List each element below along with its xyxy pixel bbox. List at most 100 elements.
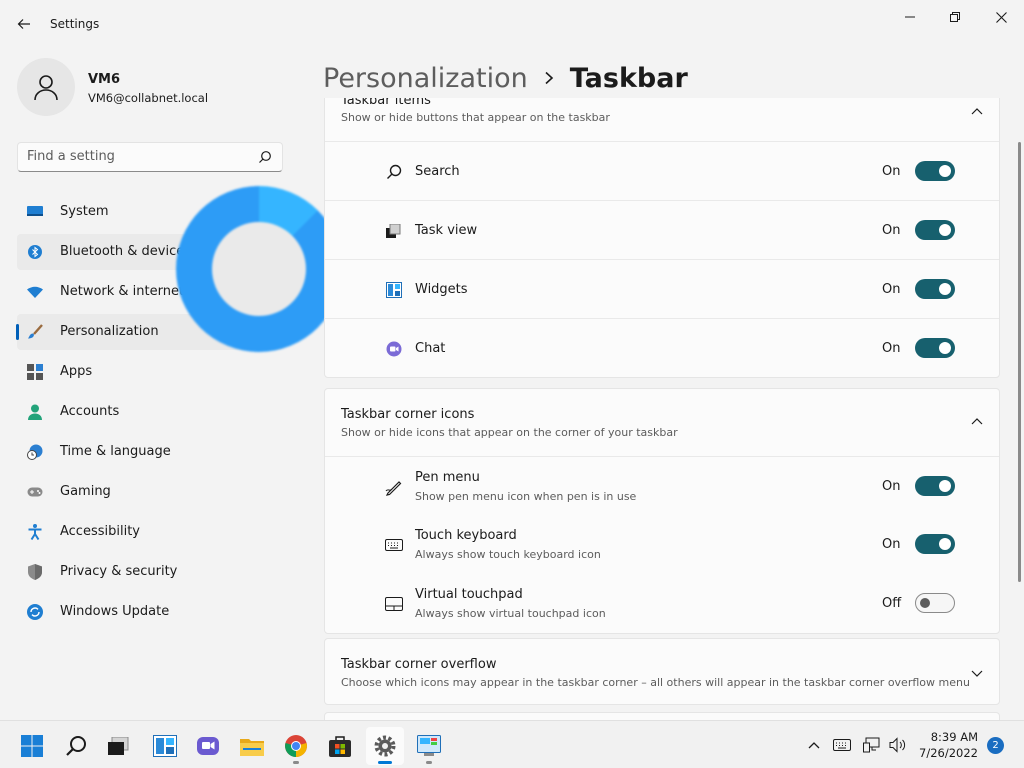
- task-view-button[interactable]: [100, 727, 138, 765]
- chevron-up-icon: [971, 418, 983, 425]
- selection-indicator: [16, 324, 19, 340]
- search-row: Search On: [325, 141, 999, 200]
- chat-toggle[interactable]: [915, 338, 955, 358]
- brush-icon: [27, 324, 43, 340]
- section-title: Taskbar corner overflow: [341, 657, 497, 672]
- control-panel-button[interactable]: [410, 727, 448, 765]
- profile-name: VM6: [88, 72, 121, 87]
- close-button[interactable]: [978, 2, 1024, 32]
- folder-icon: [240, 739, 264, 756]
- clock-date: 7/26/2022: [919, 746, 978, 760]
- search-box[interactable]: [17, 142, 283, 172]
- search-icon: [66, 736, 86, 756]
- settings-content: Taskbar items Show or hide buttons that …: [324, 98, 1000, 720]
- pen-menu-toggle[interactable]: [915, 476, 955, 496]
- search-icon: [259, 151, 271, 163]
- chevron-down-icon: [971, 670, 983, 677]
- sidebar-item-accounts[interactable]: Accounts: [17, 394, 283, 430]
- restore-button[interactable]: [932, 2, 978, 32]
- person-icon: [34, 75, 58, 101]
- section-title: Taskbar corner icons: [341, 407, 475, 422]
- back-button[interactable]: [10, 10, 38, 38]
- touch-keyboard-toggle[interactable]: [915, 534, 955, 554]
- wifi-icon: [27, 284, 43, 300]
- pen-menu-row: Pen menu Show pen menu icon when pen is …: [325, 456, 999, 515]
- chat-icon: [197, 737, 219, 755]
- loading-spinner: [176, 186, 342, 352]
- person-icon: [27, 404, 43, 420]
- widgets-button[interactable]: [146, 727, 184, 765]
- bluetooth-icon: [27, 244, 43, 260]
- virtual-touchpad-toggle[interactable]: [915, 593, 955, 613]
- clock-time: 8:39 AM: [930, 730, 978, 744]
- corner-overflow-section[interactable]: Taskbar corner overflow Choose which ico…: [324, 638, 1000, 705]
- chrome-icon: [285, 735, 307, 757]
- task-view-row: Task view On: [325, 200, 999, 259]
- notification-badge[interactable]: 2: [987, 737, 1004, 754]
- touch-keyboard-tray-button[interactable]: [832, 736, 852, 754]
- chevron-right-icon: [544, 71, 554, 85]
- section-subtitle: Show or hide buttons that appear on the …: [341, 111, 610, 124]
- widgets-toggle[interactable]: [915, 279, 955, 299]
- scrollbar[interactable]: [1018, 142, 1021, 582]
- file-explorer-button[interactable]: [233, 727, 271, 765]
- store-button[interactable]: [321, 727, 359, 765]
- taskbar: 8:39 AM 7/26/2022 2: [0, 720, 1024, 768]
- widgets-row: Widgets On: [325, 259, 999, 318]
- section-subtitle: Show or hide icons that appear on the co…: [341, 426, 678, 439]
- sidebar-item-windows-update[interactable]: Windows Update: [17, 594, 283, 630]
- monitor-icon: [27, 204, 43, 220]
- sidebar-item-accessibility[interactable]: Accessibility: [17, 514, 283, 550]
- settings-app-button[interactable]: [366, 727, 404, 765]
- network-icon: [863, 737, 880, 753]
- clock-globe-icon: [27, 444, 43, 460]
- user-profile[interactable]: VM6 VM6@collabnet.local: [17, 58, 297, 118]
- show-hidden-icons-button[interactable]: [804, 736, 824, 754]
- search-input[interactable]: [27, 149, 247, 164]
- update-icon: [27, 604, 43, 620]
- sidebar-item-time-language[interactable]: Time & language: [17, 434, 283, 470]
- chat-button[interactable]: [189, 727, 227, 765]
- close-icon: [995, 11, 1007, 23]
- gear-icon: [374, 735, 396, 757]
- volume-tray-button[interactable]: [888, 736, 908, 754]
- restore-icon: [950, 12, 960, 22]
- sidebar-item-gaming[interactable]: Gaming: [17, 474, 283, 510]
- windows-logo-icon: [21, 735, 43, 757]
- taskbar-items-header[interactable]: Taskbar items Show or hide buttons that …: [325, 98, 999, 141]
- corner-icons-header[interactable]: Taskbar corner icons Show or hide icons …: [325, 389, 999, 456]
- network-tray-button[interactable]: [862, 736, 882, 754]
- task-view-icon: [108, 737, 129, 755]
- chevron-up-icon: [971, 108, 983, 115]
- search-toggle[interactable]: [915, 161, 955, 181]
- minimize-icon: [905, 16, 915, 18]
- taskbar-search-button[interactable]: [57, 727, 95, 765]
- start-button[interactable]: [13, 727, 51, 765]
- section-title: Taskbar items: [341, 98, 431, 108]
- breadcrumb: Personalization Taskbar: [323, 58, 688, 98]
- search-icon: [385, 163, 403, 181]
- taskbar-items-section: Taskbar items Show or hide buttons that …: [324, 98, 1000, 378]
- toggle-state-label: On: [882, 479, 901, 494]
- sidebar-item-privacy[interactable]: Privacy & security: [17, 554, 283, 590]
- widgets-icon: [153, 735, 177, 757]
- virtual-touchpad-row: Virtual touchpad Always show virtual tou…: [325, 574, 999, 633]
- apps-icon: [27, 364, 43, 380]
- touchpad-icon: [385, 595, 403, 613]
- profile-email: VM6@collabnet.local: [88, 91, 209, 105]
- minimize-button[interactable]: [887, 2, 933, 32]
- task-view-toggle[interactable]: [915, 220, 955, 240]
- toggle-state-label: On: [882, 537, 901, 552]
- chrome-button[interactable]: [277, 727, 315, 765]
- breadcrumb-parent[interactable]: Personalization: [323, 63, 528, 94]
- corner-icons-section: Taskbar corner icons Show or hide icons …: [324, 388, 1000, 634]
- chevron-up-icon: [808, 742, 820, 749]
- sidebar-item-apps[interactable]: Apps: [17, 354, 283, 390]
- running-indicator: [293, 761, 299, 764]
- app-title: Settings: [50, 17, 100, 31]
- task-view-icon: [385, 222, 403, 240]
- back-arrow-icon: [17, 19, 30, 29]
- clock[interactable]: 8:39 AM 7/26/2022: [906, 729, 978, 761]
- touch-keyboard-row: Touch keyboard Always show touch keyboar…: [325, 515, 999, 574]
- accessibility-icon: [27, 524, 43, 540]
